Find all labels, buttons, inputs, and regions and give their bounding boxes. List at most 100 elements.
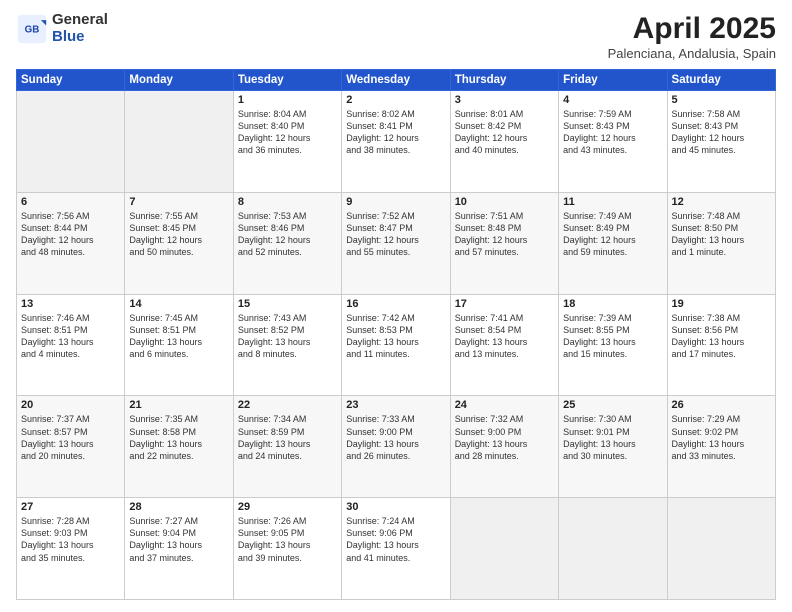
table-row: 20 Sunrise: 7:37 AM Sunset: 8:57 PM Dayli…	[17, 396, 125, 498]
calendar-week-row: 27 Sunrise: 7:28 AM Sunset: 9:03 PM Dayli…	[17, 498, 776, 600]
table-row: 14 Sunrise: 7:45 AM Sunset: 8:51 PM Dayli…	[125, 294, 233, 396]
table-row: 27 Sunrise: 7:28 AM Sunset: 9:03 PM Dayli…	[17, 498, 125, 600]
day-number: 5	[672, 94, 771, 106]
day-info: Sunrise: 8:04 AM Sunset: 8:40 PM Dayligh…	[238, 108, 337, 157]
title-month: April 2025	[608, 12, 776, 46]
page: GB General Blue April 2025 Palenciana, A…	[0, 0, 792, 612]
col-sunday: Sunday	[17, 70, 125, 91]
day-info: Sunrise: 7:53 AM Sunset: 8:46 PM Dayligh…	[238, 210, 337, 259]
day-number: 8	[238, 196, 337, 208]
table-row: 12 Sunrise: 7:48 AM Sunset: 8:50 PM Dayli…	[667, 192, 775, 294]
table-row	[450, 498, 558, 600]
logo-icon: GB	[16, 13, 48, 45]
day-info: Sunrise: 7:38 AM Sunset: 8:56 PM Dayligh…	[672, 312, 771, 361]
day-number: 30	[346, 501, 445, 513]
day-info: Sunrise: 7:30 AM Sunset: 9:01 PM Dayligh…	[563, 413, 662, 462]
day-number: 2	[346, 94, 445, 106]
day-info: Sunrise: 8:01 AM Sunset: 8:42 PM Dayligh…	[455, 108, 554, 157]
day-number: 12	[672, 196, 771, 208]
table-row: 25 Sunrise: 7:30 AM Sunset: 9:01 PM Dayli…	[559, 396, 667, 498]
title-location: Palenciana, Andalusia, Spain	[608, 46, 776, 61]
day-info: Sunrise: 8:02 AM Sunset: 8:41 PM Dayligh…	[346, 108, 445, 157]
table-row: 17Sunrise: 7:41 AM Sunset: 8:54 PM Dayli…	[450, 294, 558, 396]
day-number: 27	[21, 501, 120, 513]
col-tuesday: Tuesday	[233, 70, 341, 91]
table-row	[17, 91, 125, 193]
col-monday: Monday	[125, 70, 233, 91]
calendar-week-row: 13 Sunrise: 7:46 AM Sunset: 8:51 PM Dayli…	[17, 294, 776, 396]
calendar-week-row: 20 Sunrise: 7:37 AM Sunset: 8:57 PM Dayli…	[17, 396, 776, 498]
day-info: Sunrise: 7:51 AM Sunset: 8:48 PM Dayligh…	[455, 210, 554, 259]
logo-text: General Blue	[52, 12, 108, 45]
table-row: 22Sunrise: 7:34 AM Sunset: 8:59 PM Dayli…	[233, 396, 341, 498]
day-number: 17	[455, 298, 554, 310]
table-row: 1Sunrise: 8:04 AM Sunset: 8:40 PM Daylig…	[233, 91, 341, 193]
day-number: 20	[21, 399, 120, 411]
day-number: 29	[238, 501, 337, 513]
logo-blue-text: Blue	[52, 29, 108, 46]
col-thursday: Thursday	[450, 70, 558, 91]
table-row: 23 Sunrise: 7:33 AM Sunset: 9:00 PM Dayli…	[342, 396, 450, 498]
day-number: 13	[21, 298, 120, 310]
day-info: Sunrise: 7:46 AM Sunset: 8:51 PM Dayligh…	[21, 312, 120, 361]
day-info: Sunrise: 7:55 AM Sunset: 8:45 PM Dayligh…	[129, 210, 228, 259]
calendar-week-row: 6 Sunrise: 7:56 AM Sunset: 8:44 PM Daylig…	[17, 192, 776, 294]
day-number: 7	[129, 196, 228, 208]
day-info: Sunrise: 7:52 AM Sunset: 8:47 PM Dayligh…	[346, 210, 445, 259]
day-info: Sunrise: 7:39 AM Sunset: 8:55 PM Dayligh…	[563, 312, 662, 361]
day-info: Sunrise: 7:28 AM Sunset: 9:03 PM Dayligh…	[21, 515, 120, 564]
day-info: Sunrise: 7:24 AM Sunset: 9:06 PM Dayligh…	[346, 515, 445, 564]
day-info: Sunrise: 7:49 AM Sunset: 8:49 PM Dayligh…	[563, 210, 662, 259]
table-row: 7 Sunrise: 7:55 AM Sunset: 8:45 PM Daylig…	[125, 192, 233, 294]
day-number: 23	[346, 399, 445, 411]
table-row: 15Sunrise: 7:43 AM Sunset: 8:52 PM Dayli…	[233, 294, 341, 396]
table-row: 18Sunrise: 7:39 AM Sunset: 8:55 PM Dayli…	[559, 294, 667, 396]
table-row: 24 Sunrise: 7:32 AM Sunset: 9:00 PM Dayli…	[450, 396, 558, 498]
day-number: 14	[129, 298, 228, 310]
day-info: Sunrise: 7:27 AM Sunset: 9:04 PM Dayligh…	[129, 515, 228, 564]
day-info: Sunrise: 7:59 AM Sunset: 8:43 PM Dayligh…	[563, 108, 662, 157]
day-number: 3	[455, 94, 554, 106]
day-info: Sunrise: 7:56 AM Sunset: 8:44 PM Dayligh…	[21, 210, 120, 259]
table-row: 11 Sunrise: 7:49 AM Sunset: 8:49 PM Dayli…	[559, 192, 667, 294]
svg-text:GB: GB	[25, 24, 40, 35]
logo-general-text: General	[52, 12, 108, 29]
day-info: Sunrise: 7:35 AM Sunset: 8:58 PM Dayligh…	[129, 413, 228, 462]
day-number: 10	[455, 196, 554, 208]
day-info: Sunrise: 7:26 AM Sunset: 9:05 PM Dayligh…	[238, 515, 337, 564]
day-number: 15	[238, 298, 337, 310]
day-number: 21	[129, 399, 228, 411]
col-friday: Friday	[559, 70, 667, 91]
table-row: 29 Sunrise: 7:26 AM Sunset: 9:05 PM Dayli…	[233, 498, 341, 600]
day-info: Sunrise: 7:32 AM Sunset: 9:00 PM Dayligh…	[455, 413, 554, 462]
day-info: Sunrise: 7:37 AM Sunset: 8:57 PM Dayligh…	[21, 413, 120, 462]
calendar-table: Sunday Monday Tuesday Wednesday Thursday…	[16, 69, 776, 600]
table-row: 4Sunrise: 7:59 AM Sunset: 8:43 PM Daylig…	[559, 91, 667, 193]
table-row: 3 Sunrise: 8:01 AM Sunset: 8:42 PM Daylig…	[450, 91, 558, 193]
day-info: Sunrise: 7:45 AM Sunset: 8:51 PM Dayligh…	[129, 312, 228, 361]
day-number: 6	[21, 196, 120, 208]
table-row: 30 Sunrise: 7:24 AM Sunset: 9:06 PM Dayli…	[342, 498, 450, 600]
day-number: 24	[455, 399, 554, 411]
table-row: 26Sunrise: 7:29 AM Sunset: 9:02 PM Dayli…	[667, 396, 775, 498]
day-number: 16	[346, 298, 445, 310]
table-row	[559, 498, 667, 600]
table-row: 13 Sunrise: 7:46 AM Sunset: 8:51 PM Dayli…	[17, 294, 125, 396]
day-number: 19	[672, 298, 771, 310]
header-row: Sunday Monday Tuesday Wednesday Thursday…	[17, 70, 776, 91]
day-number: 28	[129, 501, 228, 513]
table-row: 28 Sunrise: 7:27 AM Sunset: 9:04 PM Dayli…	[125, 498, 233, 600]
table-row: 16Sunrise: 7:42 AM Sunset: 8:53 PM Dayli…	[342, 294, 450, 396]
table-row: 19 Sunrise: 7:38 AM Sunset: 8:56 PM Dayli…	[667, 294, 775, 396]
table-row	[125, 91, 233, 193]
day-number: 26	[672, 399, 771, 411]
col-wednesday: Wednesday	[342, 70, 450, 91]
day-number: 25	[563, 399, 662, 411]
logo: GB General Blue	[16, 12, 108, 45]
calendar-week-row: 1Sunrise: 8:04 AM Sunset: 8:40 PM Daylig…	[17, 91, 776, 193]
day-number: 11	[563, 196, 662, 208]
day-info: Sunrise: 7:58 AM Sunset: 8:43 PM Dayligh…	[672, 108, 771, 157]
day-number: 22	[238, 399, 337, 411]
day-info: Sunrise: 7:33 AM Sunset: 9:00 PM Dayligh…	[346, 413, 445, 462]
day-info: Sunrise: 7:48 AM Sunset: 8:50 PM Dayligh…	[672, 210, 771, 259]
